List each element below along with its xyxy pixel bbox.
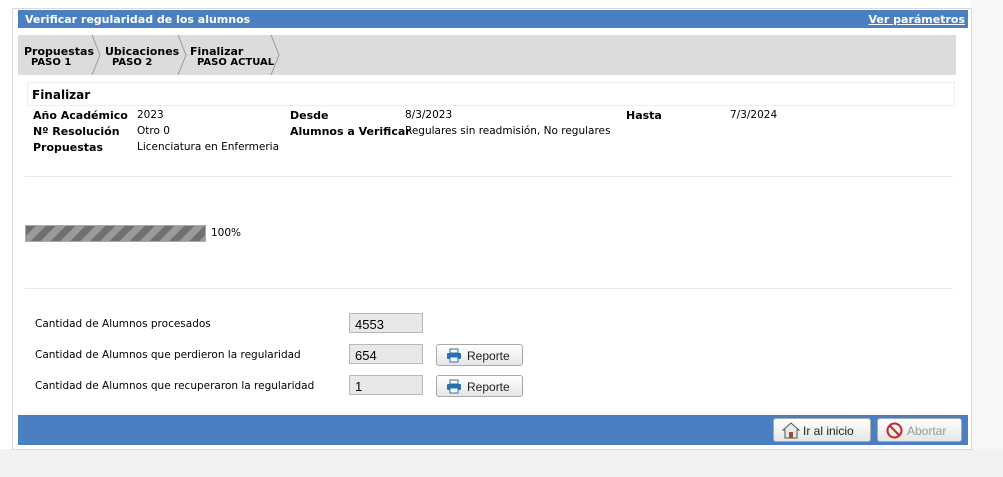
ver-parametros-link[interactable]: Ver parámetros [869,13,965,26]
step-sub: PASO ACTUAL [197,57,275,68]
step-sub: PASO 2 [112,57,153,68]
hasta-value: 7/3/2024 [730,109,778,121]
ir-al-inicio-button[interactable]: Ir al inicio [773,418,871,442]
title-bar: Verificar regularidad de los alumnos Ver… [18,10,968,28]
abortar-label: Abortar [907,424,947,438]
ir-al-inicio-label: Ir al inicio [803,424,854,438]
home-icon [782,422,800,439]
alumnos-value: Regulares sin readmisión, No regulares [405,125,611,137]
page-background [971,0,1003,449]
reporte-button-label: Reporte [467,380,510,394]
resolucion-value: Otro 0 [137,125,170,137]
printer-icon [447,348,461,363]
progress-bar [25,225,206,242]
wizard-panel: Verificar regularidad de los alumnos Ver… [12,8,972,450]
perdieron-label: Cantidad de Alumnos que perdieron la reg… [35,349,301,361]
alumnos-label: Alumnos a Verificar [290,125,411,138]
chevron-separator-icon [91,35,101,75]
recuperaron-field: 1 [349,375,423,395]
desde-label: Desde [290,109,329,122]
propuestas-label: Propuestas [33,141,103,154]
page-title: Verificar regularidad de los alumnos [25,13,251,26]
perdieron-field: 654 [349,344,423,364]
wizard-steps: Propuestas PASO 1 Ubicaciones PASO 2 Fin… [18,35,956,75]
procesados-label: Cantidad de Alumnos procesados [35,318,211,330]
page-background-bottom [0,449,1003,477]
chevron-separator-icon [270,35,280,75]
divider [25,176,953,177]
footer-bar: Ir al inicio Abortar [18,415,968,445]
divider [25,288,953,289]
recuperaron-label: Cantidad de Alumnos que recuperaron la r… [35,380,315,392]
propuestas-value: Licenciatura en Enfermeria [137,141,280,153]
section-title: Finalizar [27,82,955,106]
printer-icon [447,379,461,394]
section-title-text: Finalizar [32,88,91,102]
progress-fill [26,226,205,241]
procesados-field: 4553 [349,313,423,333]
desde-value: 8/3/2023 [405,109,453,121]
anio-label: Año Académico [33,109,128,122]
abortar-button: Abortar [877,418,962,442]
resolucion-label: Nº Resolución [33,125,120,138]
reporte-button-label: Reporte [467,349,510,363]
step-sub: PASO 1 [31,57,72,68]
reporte-perdieron-button[interactable]: Reporte [436,344,523,366]
anio-value: 2023 [137,109,164,121]
progress-text: 100% [211,227,242,239]
abort-icon [886,422,903,439]
chevron-separator-icon [177,35,187,75]
reporte-recuperaron-button[interactable]: Reporte [436,375,523,397]
hasta-label: Hasta [626,109,662,122]
